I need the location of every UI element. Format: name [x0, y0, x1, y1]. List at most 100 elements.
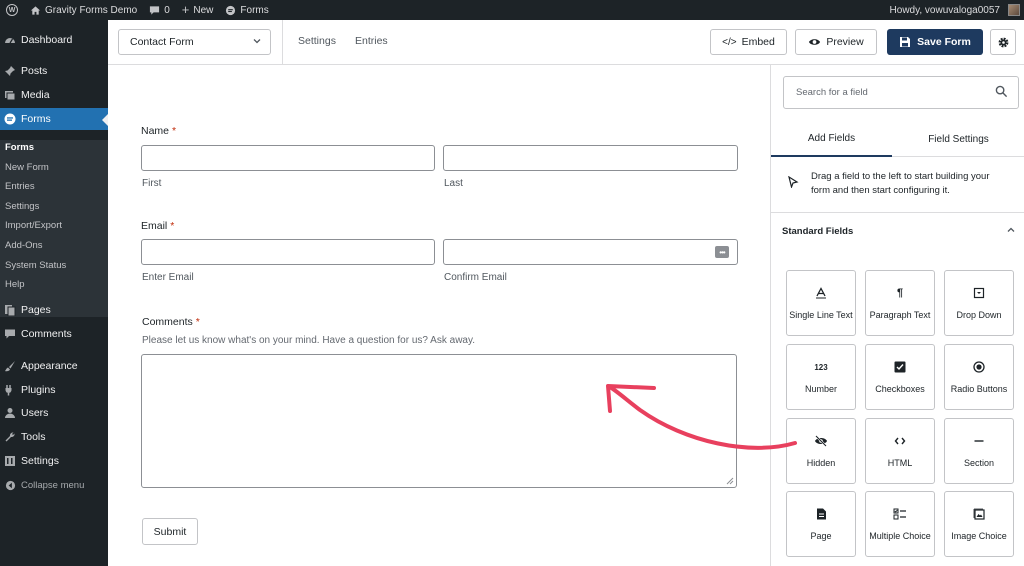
form-switcher-select[interactable]: Contact Form	[118, 29, 271, 55]
confirm-email-input[interactable]: •••	[443, 239, 738, 265]
field-section[interactable]: Section	[944, 418, 1014, 484]
sidebar-item-plugins[interactable]: Plugins	[0, 379, 108, 401]
field-tile-label: Radio Buttons	[950, 384, 1008, 394]
sidebar-item-forms[interactable]: Forms	[0, 108, 108, 130]
comments-description: Please let us know what's on your mind. …	[142, 335, 476, 346]
forms-icon	[4, 113, 16, 125]
wp-logo-menu[interactable]: W	[0, 0, 24, 20]
toolbar-divider	[282, 20, 283, 65]
gravity-forms-icon	[226, 5, 236, 15]
preview-button[interactable]: Preview	[795, 29, 877, 55]
required-mark: *	[172, 125, 177, 137]
name-field-label: Name *	[141, 125, 176, 137]
chevron-down-icon	[252, 36, 262, 49]
resize-handle-icon[interactable]	[726, 477, 734, 485]
submenu-entries[interactable]: Entries	[5, 181, 35, 192]
embed-label: Embed	[741, 36, 775, 48]
confirm-email-sublabel: Confirm Email	[444, 272, 507, 283]
collapse-menu-button[interactable]: Collapse menu	[0, 474, 108, 496]
chevron-up-icon	[1006, 225, 1016, 238]
submenu-new-form[interactable]: New Form	[5, 162, 49, 173]
email-input[interactable]	[141, 239, 435, 265]
new-content-menu[interactable]: + New	[176, 0, 220, 20]
field-multiple-choice[interactable]: Multiple Choice	[865, 491, 935, 557]
sidebar-item-comments[interactable]: Comments	[0, 323, 108, 345]
field-single-line-text[interactable]: Single Line Text	[786, 270, 856, 336]
field-hidden[interactable]: Hidden	[786, 418, 856, 484]
field-tile-label: Single Line Text	[789, 310, 853, 320]
plugin-icon	[4, 384, 16, 396]
submenu-system-status[interactable]: System Status	[5, 260, 66, 271]
field-radio-buttons[interactable]: Radio Buttons	[944, 344, 1014, 410]
field-paragraph-text[interactable]: ¶ Paragraph Text	[865, 270, 935, 336]
panel-tabs: Add Fields Field Settings	[771, 121, 1024, 157]
site-name-menu[interactable]: Gravity Forms Demo	[24, 0, 143, 20]
save-form-button[interactable]: Save Form	[887, 29, 983, 55]
dashboard-icon	[4, 34, 16, 46]
field-tile-label: Number	[804, 384, 837, 394]
avatar	[1008, 4, 1020, 16]
first-name-input[interactable]	[141, 145, 435, 171]
field-tile-label: Page	[810, 531, 832, 541]
entries-link[interactable]: Entries	[355, 35, 388, 47]
sidebar-item-label: Tools	[21, 431, 46, 443]
sidebar-item-dashboard[interactable]: Dashboard	[0, 29, 108, 51]
settings-gear-button[interactable]	[990, 29, 1016, 55]
settings-link[interactable]: Settings	[298, 35, 336, 47]
sidebar-item-posts[interactable]: Posts	[0, 60, 108, 82]
field-drop-down[interactable]: Drop Down	[944, 270, 1014, 336]
standard-fields-header[interactable]: Standard Fields	[771, 213, 1024, 249]
eye-icon	[809, 39, 821, 45]
howdy-text: Howdy, vowuvaloga0057	[889, 4, 1000, 16]
submenu-help[interactable]: Help	[5, 279, 25, 290]
required-mark: *	[195, 316, 200, 328]
standard-fields-label: Standard Fields	[782, 225, 854, 237]
sidebar-item-users[interactable]: Users	[0, 402, 108, 424]
sidebar-item-appearance[interactable]: Appearance	[0, 355, 108, 377]
comments-menu[interactable]: 0	[143, 0, 176, 20]
password-manager-icon[interactable]: •••	[715, 246, 729, 258]
field-checkboxes[interactable]: Checkboxes	[865, 344, 935, 410]
submenu-settings[interactable]: Settings	[5, 201, 39, 212]
comments-textarea[interactable]	[141, 354, 737, 488]
submenu-add-ons[interactable]: Add-Ons	[5, 240, 43, 251]
sidebar-item-label: Comments	[21, 328, 72, 340]
drag-hint-text: Drag a field to the left to start buildi…	[811, 171, 990, 196]
tab-field-settings-label: Field Settings	[928, 133, 989, 145]
field-tile-label: Checkboxes	[875, 384, 925, 394]
save-form-label: Save Form	[917, 36, 971, 48]
sidebar-item-label: Posts	[21, 65, 48, 77]
field-html[interactable]: HTML	[865, 418, 935, 484]
tab-field-settings[interactable]: Field Settings	[892, 121, 1024, 157]
search-placeholder: Search for a field	[796, 87, 868, 98]
submit-button[interactable]: Submit	[142, 518, 198, 545]
plus-icon: +	[181, 2, 190, 17]
sidebar-item-label: Forms	[21, 113, 51, 125]
sidebar-item-tools[interactable]: Tools	[0, 426, 108, 448]
home-icon	[30, 5, 41, 15]
email-label-text: Email	[141, 220, 168, 232]
field-panel: Search for a field Add Fields Field Sett…	[770, 65, 1024, 566]
field-number[interactable]: 123 Number	[786, 344, 856, 410]
embed-button[interactable]: </> Embed	[710, 29, 787, 55]
field-image-choice[interactable]: Image Choice	[944, 491, 1014, 557]
submenu-import-export[interactable]: Import/Export	[5, 220, 62, 231]
sidebar-item-media[interactable]: Media	[0, 84, 108, 106]
last-name-input[interactable]	[443, 145, 738, 171]
submenu-forms[interactable]: Forms	[5, 142, 34, 153]
forms-menu[interactable]: Forms	[219, 0, 274, 20]
sidebar-item-settings[interactable]: Settings	[0, 450, 108, 472]
checkbox-icon	[894, 360, 906, 374]
user-icon	[4, 407, 16, 419]
sidebar-item-label: Users	[21, 407, 49, 419]
tab-add-fields[interactable]: Add Fields	[771, 121, 892, 157]
section-icon	[973, 434, 985, 448]
sidebar-item-pages[interactable]: Pages	[0, 299, 108, 321]
field-page[interactable]: Page	[786, 491, 856, 557]
eye-slash-icon	[814, 434, 828, 448]
field-search-input[interactable]: Search for a field	[783, 76, 1019, 109]
media-icon	[4, 89, 16, 101]
number-icon: 123	[814, 362, 828, 372]
sidebar-item-label: Pages	[21, 304, 51, 316]
my-account-menu[interactable]: Howdy, vowuvaloga0057	[884, 0, 1024, 20]
